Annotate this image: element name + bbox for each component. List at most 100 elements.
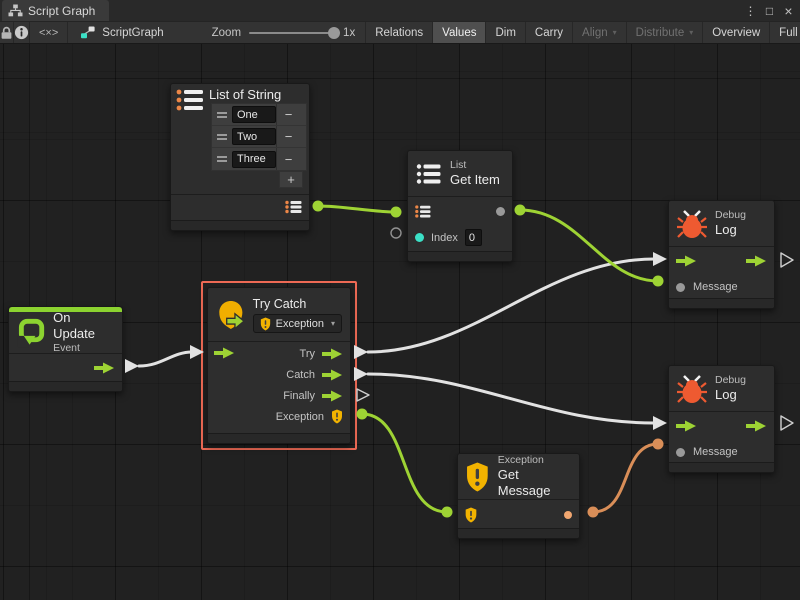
catch-exit-port[interactable] (322, 369, 343, 381)
lock-icon (0, 26, 13, 40)
window-controls: ⋮ □ × (743, 0, 796, 21)
node-get-message[interactable]: Exception Get Message (457, 453, 580, 539)
wire-exception-to-getmessage[interactable] (362, 414, 447, 512)
node-debug-log-bottom[interactable]: Debug Log Message (668, 365, 775, 473)
wire-list-to-getitem[interactable] (318, 206, 396, 212)
drag-handle-icon[interactable] (212, 134, 232, 140)
close-icon[interactable]: × (781, 3, 796, 19)
node-footer (669, 298, 774, 308)
zoom-slider[interactable] (249, 32, 335, 34)
chevron-down-icon: ▾ (689, 28, 693, 37)
enter-port[interactable] (676, 420, 697, 432)
message-input-port[interactable] (676, 283, 685, 292)
values-label: Values (442, 27, 476, 39)
exception-output-port[interactable] (331, 409, 343, 424)
list-output-row (171, 195, 309, 219)
carry-button[interactable]: Carry (526, 22, 573, 43)
enter-port[interactable] (676, 255, 697, 267)
node-category: Debug (715, 209, 746, 222)
tab-script-graph[interactable]: Script Graph (2, 0, 109, 21)
graph-icon (80, 25, 96, 40)
wire-endpoint (588, 507, 599, 518)
list-item-input[interactable] (232, 128, 276, 145)
relations-label: Relations (375, 27, 423, 39)
lock-button[interactable] (0, 22, 14, 43)
dim-button[interactable]: Dim (486, 22, 525, 43)
drag-handle-icon[interactable] (212, 112, 232, 118)
remove-item-button[interactable]: − (276, 104, 300, 125)
node-category: List (450, 159, 500, 172)
wire-endpoint (515, 205, 526, 216)
inspect-button[interactable] (14, 22, 30, 43)
exception-label: Exception (276, 411, 324, 423)
node-get-item[interactable]: List Get Item Index (407, 150, 513, 262)
exit-port[interactable] (746, 420, 767, 432)
string-list-editor: − − − (211, 103, 307, 171)
exit-port[interactable] (94, 362, 115, 374)
wire-try-to-log-top[interactable] (368, 259, 654, 352)
finally-label: Finally (283, 390, 315, 402)
flow-arrowhead (653, 252, 667, 266)
index-input-port[interactable] (415, 233, 424, 242)
add-item-button[interactable]: + (279, 171, 303, 188)
graph-breadcrumb[interactable]: ScriptGraph (68, 22, 173, 43)
list-item-input[interactable] (232, 151, 276, 168)
code-view-button[interactable]: <×> (30, 22, 68, 43)
control-flow-row (669, 248, 774, 274)
node-debug-log-top[interactable]: Debug Log Message (668, 200, 775, 309)
try-label: Try (300, 348, 315, 360)
remove-item-button[interactable]: − (276, 148, 300, 170)
list-output-port[interactable] (285, 200, 302, 214)
unconnected-flow-port[interactable] (781, 416, 793, 430)
values-button[interactable]: Values (433, 22, 486, 43)
list-input-port[interactable] (415, 205, 431, 218)
catch-label: Catch (286, 369, 315, 381)
distribute-button: Distribute ▾ (627, 22, 704, 43)
exception-type-dropdown[interactable]: Exception ▾ (253, 314, 342, 333)
node-title: Try Catch (253, 296, 342, 312)
message-output-port[interactable] (564, 511, 572, 519)
exit-port[interactable] (746, 255, 767, 267)
finally-exit-port[interactable] (322, 390, 343, 402)
zoom-slider-handle[interactable] (328, 27, 340, 39)
remove-item-button[interactable]: − (276, 126, 300, 147)
message-input-port[interactable] (676, 448, 685, 457)
exception-port-row: Exception (208, 406, 350, 427)
node-try-catch[interactable]: Try Catch Exception ▾ (207, 287, 351, 444)
wire-endpoint (653, 276, 664, 287)
node-list-of-string[interactable]: List of String − − − + (170, 83, 310, 231)
exception-io-row (458, 501, 579, 528)
list-input-row (408, 198, 512, 224)
wire-getitem-to-message-top[interactable] (520, 210, 658, 281)
wire-onupdate-to-trycatch[interactable] (139, 352, 192, 366)
menu-icon[interactable]: ⋮ (743, 4, 758, 18)
index-value-input[interactable] (465, 229, 482, 246)
node-title: Log (715, 387, 746, 403)
fullscreen-button[interactable]: Full Screen (770, 22, 800, 43)
list-item-row: − (212, 148, 306, 170)
node-footer (208, 433, 350, 443)
unconnected-flow-port[interactable] (781, 253, 793, 267)
unconnected-value-port[interactable] (391, 228, 401, 238)
wire-endpoint (391, 207, 402, 218)
graph-canvas[interactable]: List of String − − − + (0, 44, 800, 600)
graph-toolbar: <×> ScriptGraph Zoom 1x Relations Values… (0, 21, 800, 44)
try-exit-port[interactable] (322, 348, 343, 360)
result-output-port[interactable] (496, 207, 505, 216)
fullscreen-label: Full Screen (779, 27, 800, 39)
overview-button[interactable]: Overview (703, 22, 770, 43)
control-flow-row (669, 413, 774, 439)
wire-getmessage-to-message-bottom[interactable] (593, 444, 658, 512)
drag-handle-icon[interactable] (212, 156, 232, 162)
maximize-icon[interactable]: □ (762, 4, 777, 18)
node-on-update[interactable]: On Update Event (8, 306, 123, 392)
list-item-input[interactable] (232, 106, 276, 123)
chevron-down-icon: ▾ (331, 319, 335, 328)
overview-label: Overview (712, 27, 760, 39)
wire-catch-to-log-bottom[interactable] (368, 374, 654, 423)
relations-button[interactable]: Relations (365, 22, 433, 43)
exception-shield-icon (260, 317, 271, 331)
exception-input-port[interactable] (465, 507, 477, 523)
info-icon (14, 25, 29, 40)
unconnected-flow-port[interactable] (357, 389, 369, 401)
